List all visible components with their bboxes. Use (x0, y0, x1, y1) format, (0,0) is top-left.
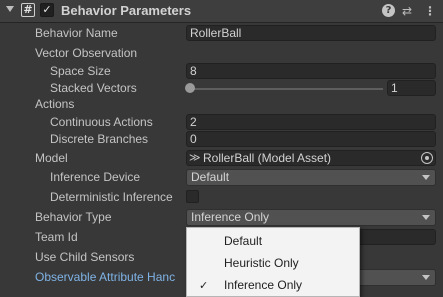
discrete-branches-input[interactable]: 0 (186, 131, 436, 147)
behavior-name-label: Behavior Name (35, 26, 118, 40)
inference-device-label: Inference Device (50, 170, 141, 184)
deterministic-inference-checkbox[interactable] (186, 190, 199, 203)
team-id-label: Team Id (35, 230, 78, 244)
model-label: Model (35, 151, 68, 165)
script-component-icon: # (21, 3, 35, 17)
behavior-type-row: Behavior Type Inference Only (0, 208, 443, 227)
continuous-actions-label: Continuous Actions (50, 115, 153, 129)
component-header: # ✓ Behavior Parameters ? ⇄ ⋮ (0, 0, 443, 23)
behavior-type-value: Inference Only (191, 210, 270, 224)
object-picker-icon[interactable] (421, 152, 433, 164)
stacked-vectors-input[interactable]: 1 (387, 80, 436, 96)
foldout-arrow-icon[interactable] (6, 6, 14, 12)
discrete-branches-row: Discrete Branches 0 (0, 130, 443, 149)
model-value: RollerBall (Model Asset) (203, 151, 332, 165)
menu-item-label: Default (224, 234, 263, 248)
inference-device-dropdown[interactable]: Default (186, 169, 436, 186)
menu-item-label: Heuristic Only (224, 256, 299, 270)
kebab-menu-icon[interactable]: ⋮ (424, 3, 436, 19)
behavior-type-dropdown[interactable]: Inference Only (186, 209, 436, 226)
actions-label: Actions (35, 97, 75, 111)
menu-item-heuristic-only[interactable]: Heuristic Only (187, 253, 359, 274)
component-enabled-checkbox[interactable]: ✓ (40, 3, 54, 17)
help-icon[interactable]: ? (382, 4, 395, 17)
chevron-down-icon (422, 215, 430, 220)
stacked-vectors-slider-track[interactable] (190, 88, 383, 90)
deterministic-inference-label: Deterministic Inference (50, 190, 173, 204)
behavior-type-label: Behavior Type (35, 210, 112, 224)
model-object-field[interactable]: ≫ RollerBall (Model Asset) (186, 150, 436, 166)
stacked-vectors-slider-handle[interactable] (185, 83, 195, 93)
vector-observation-label: Vector Observation (35, 46, 138, 60)
discrete-branches-label: Discrete Branches (50, 132, 149, 146)
space-size-label: Space Size (50, 64, 111, 78)
inference-device-row: Inference Device Default (0, 168, 443, 187)
behavior-name-input[interactable]: RollerBall (186, 25, 436, 41)
model-asset-icon: ≫ (189, 151, 201, 164)
stacked-vectors-label: Stacked Vectors (50, 81, 137, 95)
actions-row: Actions (0, 95, 443, 114)
observable-attribute-label: Observable Attribute Hanc (35, 270, 176, 284)
continuous-actions-input[interactable]: 2 (186, 114, 436, 130)
chevron-down-icon (422, 175, 430, 180)
checkmark-icon: ✓ (199, 279, 209, 292)
menu-item-default[interactable]: Default (187, 231, 359, 252)
behavior-type-popup-menu: Default Heuristic Only ✓ Inference Only (186, 227, 360, 297)
component-title: Behavior Parameters (61, 3, 192, 18)
inference-device-value: Default (191, 170, 230, 184)
behavior-name-row: Behavior Name RollerBall (0, 24, 443, 43)
model-row: Model ≫ RollerBall (Model Asset) (0, 149, 443, 168)
use-child-sensors-label: Use Child Sensors (35, 250, 135, 264)
space-size-input[interactable]: 8 (186, 63, 436, 79)
menu-item-label: Inference Only (224, 278, 303, 292)
deterministic-inference-row: Deterministic Inference (0, 188, 443, 207)
presets-icon[interactable]: ⇄ (402, 3, 412, 19)
chevron-down-icon (422, 275, 430, 280)
vector-observation-row: Vector Observation (0, 44, 443, 63)
menu-item-inference-only[interactable]: ✓ Inference Only (187, 275, 359, 296)
